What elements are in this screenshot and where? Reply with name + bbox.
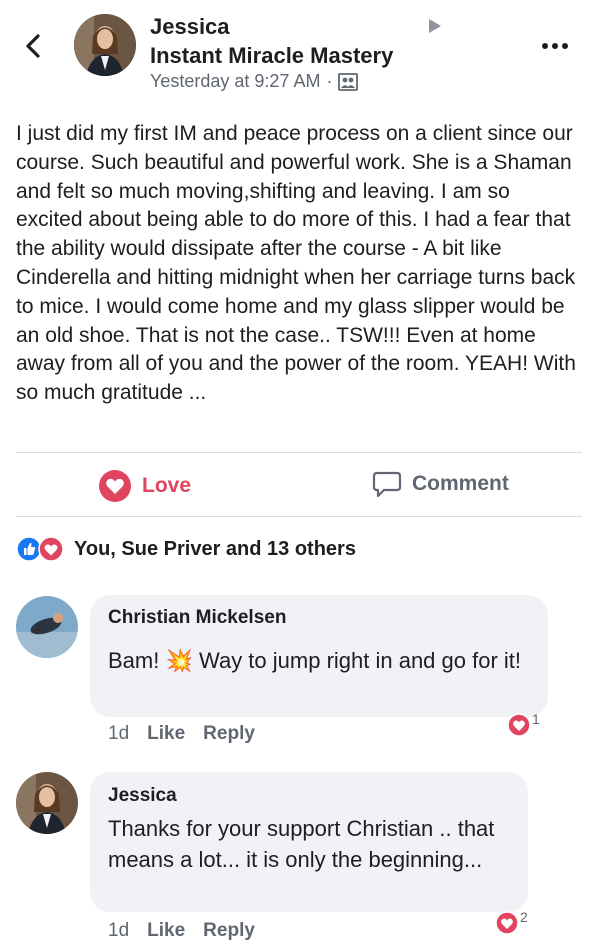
love-reaction-icon: [99, 470, 131, 502]
love-reaction-icon: [507, 713, 531, 737]
comment-reaction-count[interactable]: 1: [507, 711, 540, 737]
comment-text: Bam! 💥 Way to jump right in and go for i…: [108, 645, 538, 676]
comment-actions: 1d Like Reply: [108, 920, 255, 942]
comment-author-name[interactable]: Jessica: [108, 785, 177, 807]
reactions-summary[interactable]: You, Sue Priver and 13 others: [16, 536, 356, 562]
reaction-count-value: 1: [532, 711, 540, 727]
comment-text: Thanks for your support Christian .. tha…: [108, 816, 495, 872]
comment-age: 1d: [108, 920, 130, 941]
reaction-count-value: 2: [520, 909, 528, 925]
meta-separator: ·: [326, 71, 333, 91]
post-author-name[interactable]: Jessica: [150, 14, 230, 40]
comment-actions: 1d Like Reply: [108, 723, 255, 745]
comment-reply-button[interactable]: Reply: [203, 723, 255, 745]
love-button-label: Love: [142, 474, 192, 497]
comment-author-name[interactable]: Christian Mickelsen: [108, 607, 286, 629]
comment-like-button[interactable]: Like: [147, 723, 185, 745]
comment-like-button[interactable]: Like: [147, 920, 185, 942]
love-button[interactable]: Love: [98, 469, 191, 503]
more-dots-icon: [542, 43, 568, 49]
comment-reaction-count[interactable]: 2: [495, 909, 528, 935]
chevron-left-icon: [26, 34, 40, 58]
author-avatar[interactable]: [74, 14, 136, 76]
love-reaction-icon: [495, 911, 519, 935]
comment-text-end: Way to jump right in and go for it!: [199, 648, 522, 673]
back-button[interactable]: [22, 30, 46, 62]
post-group-name[interactable]: Instant Miracle Mastery: [150, 43, 393, 69]
comment-button-label: Comment: [412, 472, 509, 495]
divider: [16, 516, 582, 517]
divider: [16, 452, 582, 453]
comment-bubble-icon: [372, 471, 402, 498]
group-audience-icon: [338, 72, 359, 91]
comment-button[interactable]: Comment: [372, 469, 509, 499]
comment-text-start: Bam!: [108, 648, 160, 673]
explosion-emoji-icon: 💥: [165, 648, 193, 673]
comment-reply-button[interactable]: Reply: [203, 920, 255, 942]
shared-to-arrow-icon: [428, 18, 442, 34]
post-body-text: I just did my first IM and peace process…: [16, 122, 576, 405]
reactions-summary-text: You, Sue Priver and 13 others: [74, 537, 356, 560]
commenter-avatar-christian[interactable]: [16, 596, 78, 658]
post-meta: Yesterday at 9:27 AM ·: [150, 71, 359, 92]
comment-age: 1d: [108, 723, 130, 744]
commenter-avatar-jessica[interactable]: [16, 772, 78, 834]
more-options-button[interactable]: [540, 38, 570, 49]
reaction-icons: [16, 536, 64, 562]
post-timestamp[interactable]: Yesterday at 9:27 AM: [150, 71, 320, 92]
